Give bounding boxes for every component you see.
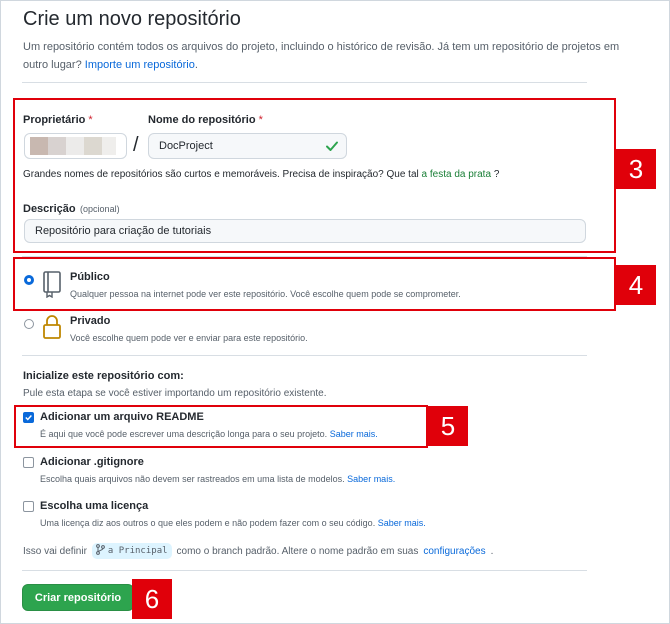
annotation-badge-3: 3 [616, 149, 656, 189]
page-title: Crie um novo repositório [23, 8, 241, 30]
gitignore-learn-more-link[interactable]: Saber mais. [347, 474, 395, 484]
license-desc: Uma licença diz aos outros o que eles po… [40, 518, 426, 528]
annotation-badge-6: 6 [132, 579, 172, 619]
git-branch-icon [96, 544, 105, 558]
subtitle-suffix: . [194, 59, 198, 71]
default-branch-note: Isso vai definir a Principal como o bran… [23, 543, 493, 559]
annotation-badge-4: 4 [616, 265, 656, 305]
branch-label: a Principal [91, 543, 172, 559]
divider [22, 570, 587, 571]
private-desc: Você escolhe quem pode ver e enviar para… [70, 333, 308, 343]
create-repository-button[interactable]: Criar repositório [22, 584, 134, 611]
annotation-box-3 [13, 98, 616, 253]
divider [22, 82, 587, 83]
license-checkbox[interactable] [23, 501, 34, 512]
private-title: Privado [70, 315, 111, 327]
license-title: Escolha uma licença [40, 500, 149, 512]
gitignore-desc: Escolha quais arquivos não devem ser ras… [40, 474, 396, 484]
page-frame [0, 0, 670, 624]
annotation-box-5 [14, 405, 428, 448]
gitignore-checkbox[interactable] [23, 457, 34, 468]
annotation-badge-5: 5 [428, 406, 468, 446]
lock-icon [42, 313, 62, 346]
annotation-box-4 [13, 257, 616, 311]
import-repository-link[interactable]: Importe um repositório [85, 59, 195, 71]
license-learn-more-link[interactable]: Saber mais. [378, 518, 426, 528]
gitignore-title: Adicionar .gitignore [40, 456, 144, 468]
divider [22, 355, 587, 356]
page-subtitle: Um repositório contém todos os arquivos … [23, 38, 623, 74]
settings-link[interactable]: configurações [423, 546, 485, 557]
private-radio[interactable] [24, 319, 34, 329]
init-subheading: Pule esta etapa se você estiver importan… [23, 388, 327, 399]
init-heading: Inicialize este repositório com: [23, 370, 184, 382]
